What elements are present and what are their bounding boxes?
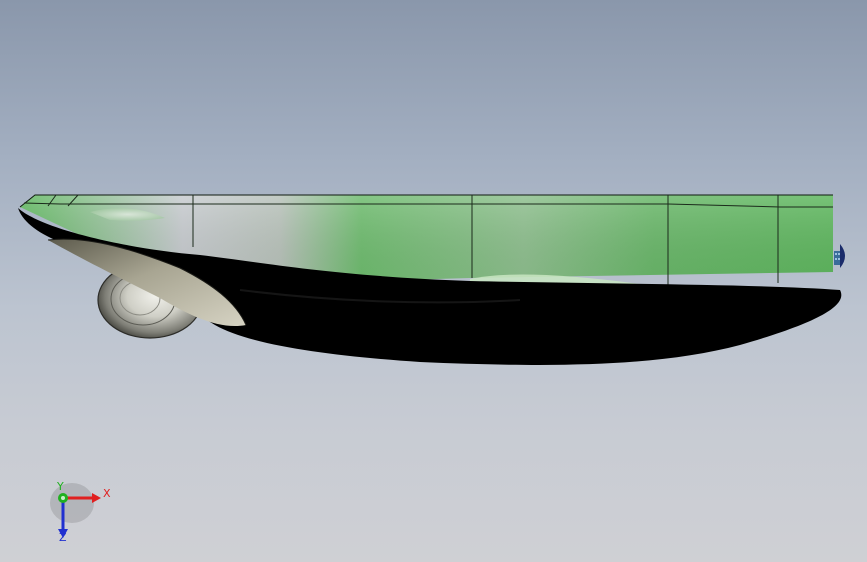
x-axis-label: X — [103, 487, 111, 500]
z-axis-label: Z — [59, 531, 67, 544]
y-axis-label: Y — [56, 480, 64, 493]
graphics-viewport[interactable]: X Z Y — [0, 0, 867, 562]
rear-light — [834, 244, 845, 268]
model-view[interactable] — [0, 0, 867, 562]
coordinate-triad: X Z Y — [50, 480, 111, 544]
